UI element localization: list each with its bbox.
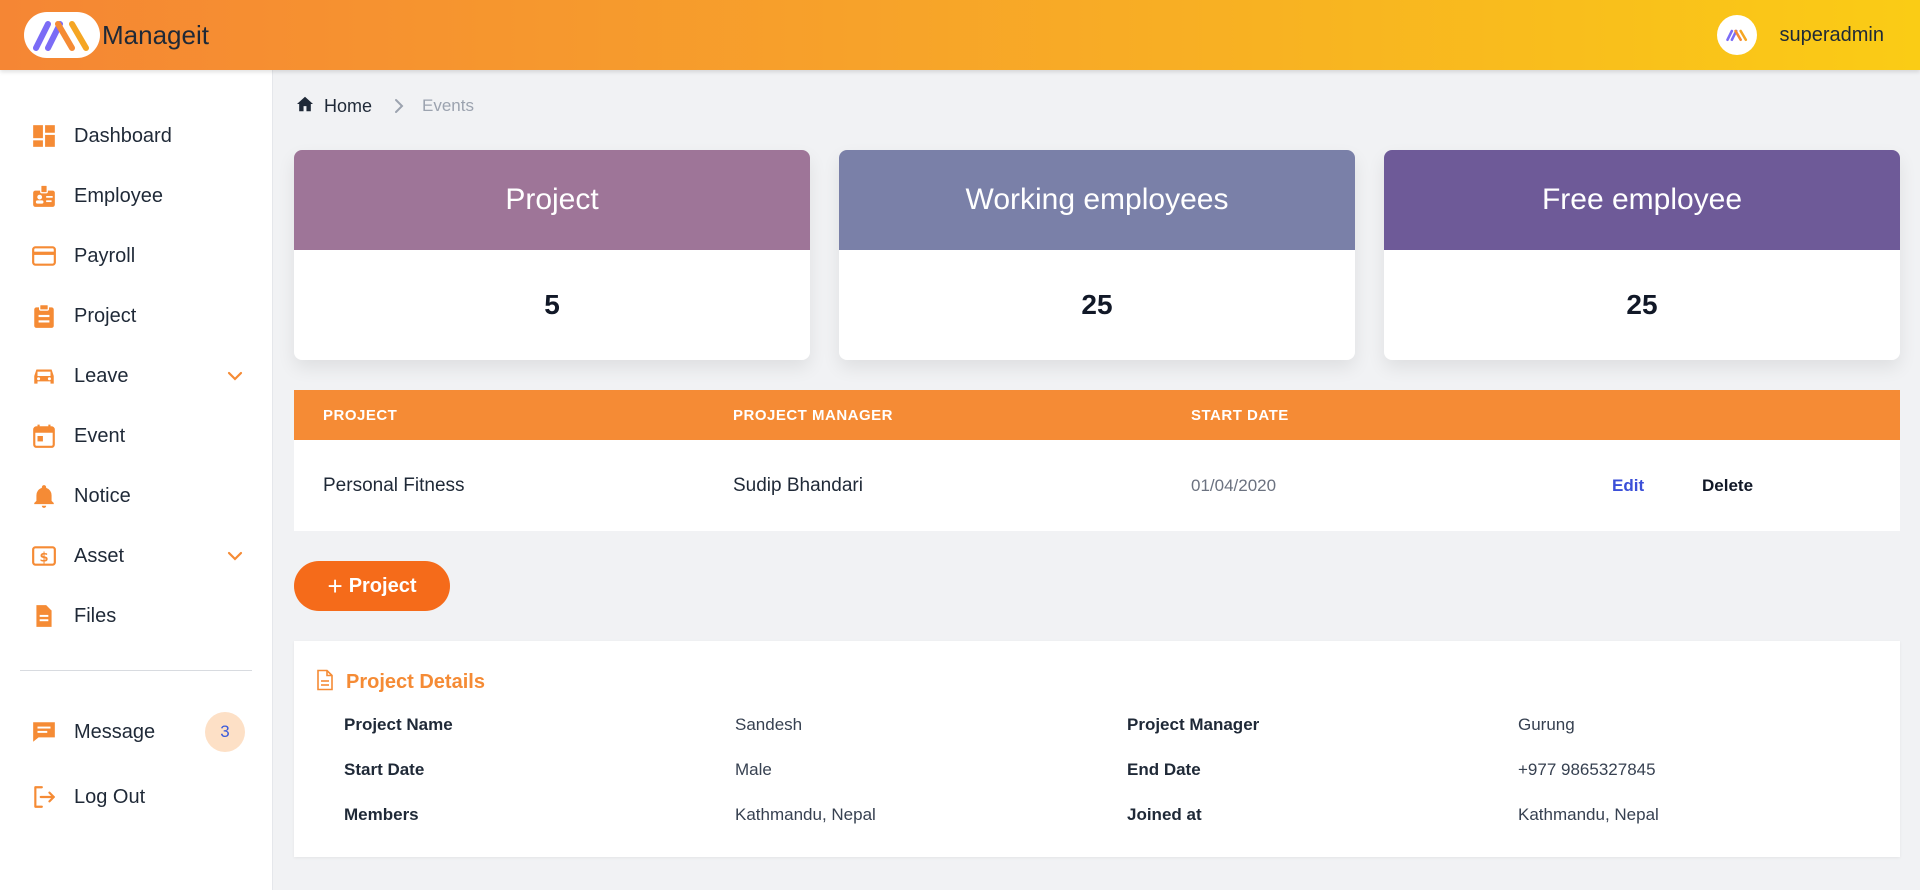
sidebar-item-files[interactable]: Files bbox=[30, 596, 245, 636]
detail-value-members: Kathmandu, Nepal bbox=[735, 805, 876, 824]
stat-card-working-employees: Working employees 25 bbox=[839, 150, 1355, 360]
column-header-project-manager: PROJECT MANAGER bbox=[733, 406, 894, 424]
sidebar-item-message[interactable]: Message 3 bbox=[30, 712, 245, 752]
sidebar-item-label: Dashboard bbox=[74, 124, 172, 147]
chevron-down-icon[interactable] bbox=[225, 546, 245, 566]
sidebar-item-notice[interactable]: Notice bbox=[30, 476, 245, 516]
breadcrumb: Home Events bbox=[296, 94, 474, 118]
logout-icon bbox=[30, 783, 58, 811]
avatar[interactable] bbox=[1717, 15, 1758, 55]
sidebar-item-label: Notice bbox=[74, 484, 131, 507]
table-header: PROJECT PROJECT MANAGER START DATE bbox=[294, 390, 1900, 440]
project-table: PROJECT PROJECT MANAGER START DATE Perso… bbox=[294, 390, 1900, 531]
sidebar-item-label: Message bbox=[74, 720, 156, 743]
sidebar-item-label: Project bbox=[74, 304, 137, 327]
id-badge-icon bbox=[30, 182, 58, 210]
detail-value-project-name: Sandesh bbox=[735, 715, 803, 734]
chevron-down-icon[interactable] bbox=[225, 366, 245, 386]
column-header-project: PROJECT bbox=[323, 406, 398, 424]
delete-link[interactable]: Delete bbox=[1702, 476, 1753, 496]
sidebar: Dashboard Employee Payroll Project Leave… bbox=[0, 70, 273, 890]
add-project-button[interactable]: + Project bbox=[294, 561, 450, 611]
detail-value-end-date: +977 9865327845 bbox=[1518, 760, 1656, 779]
brand-name: Manageit bbox=[102, 19, 209, 50]
sidebar-item-event[interactable]: Event bbox=[30, 416, 245, 456]
column-header-start-date: START DATE bbox=[1191, 406, 1289, 424]
breadcrumb-home[interactable]: Home bbox=[324, 96, 372, 117]
sidebar-item-label: Asset bbox=[74, 544, 125, 567]
sidebar-item-logout[interactable]: Log Out bbox=[30, 777, 245, 817]
svg-text:$: $ bbox=[39, 550, 48, 565]
chat-icon bbox=[30, 718, 58, 746]
car-icon bbox=[30, 362, 58, 390]
project-details-title: Project Details bbox=[346, 671, 485, 693]
logo-mark-icon bbox=[24, 12, 100, 58]
detail-value-joined-at: Kathmandu, Nepal bbox=[1518, 805, 1659, 824]
stat-card-value: 5 bbox=[544, 289, 560, 320]
detail-label-joined-at: Joined at bbox=[1127, 805, 1202, 824]
project-details-panel: Project Details Project Name Sandesh Pro… bbox=[294, 641, 1900, 857]
stat-card-title: Project bbox=[294, 150, 810, 250]
sidebar-item-label: Files bbox=[74, 604, 117, 627]
calendar-icon bbox=[30, 422, 58, 450]
sidebar-item-label: Log Out bbox=[74, 785, 146, 808]
sidebar-item-employee[interactable]: Employee bbox=[30, 176, 245, 216]
edit-link[interactable]: Edit bbox=[1612, 476, 1644, 496]
user-name[interactable]: superadmin bbox=[1779, 24, 1884, 47]
home-icon[interactable] bbox=[296, 96, 314, 117]
dashboard-icon bbox=[30, 122, 58, 150]
detail-label-start-date: Start Date bbox=[344, 760, 425, 779]
detail-value-project-manager: Gurung bbox=[1518, 715, 1575, 734]
detail-value-start-date: Male bbox=[735, 760, 772, 779]
sidebar-item-dashboard[interactable]: Dashboard bbox=[30, 116, 245, 156]
top-bar: Manageit superadmin bbox=[0, 0, 1920, 70]
detail-label-end-date: End Date bbox=[1127, 760, 1201, 779]
sidebar-item-label: Event bbox=[74, 424, 126, 447]
sidebar-item-project[interactable]: Project bbox=[30, 296, 245, 336]
project-name-cell: Personal Fitness bbox=[323, 474, 465, 496]
detail-label-project-name: Project Name bbox=[344, 715, 453, 734]
project-manager-cell: Sudip Bhandari bbox=[733, 474, 863, 496]
stat-card-project: Project 5 bbox=[294, 150, 810, 360]
user-menu[interactable]: superadmin bbox=[1717, 15, 1884, 55]
sidebar-item-label: Leave bbox=[74, 364, 129, 387]
bell-icon bbox=[30, 482, 58, 510]
add-project-label: Project bbox=[348, 574, 417, 597]
stat-card-value: 25 bbox=[1626, 289, 1658, 320]
stat-card-free-employee: Free employee 25 bbox=[1384, 150, 1900, 360]
plus-icon: + bbox=[327, 571, 343, 601]
project-details-heading: Project Details bbox=[316, 669, 485, 696]
sidebar-item-leave[interactable]: Leave bbox=[30, 356, 245, 396]
detail-label-members: Members bbox=[344, 805, 419, 824]
sidebar-item-asset[interactable]: $ Asset bbox=[30, 536, 245, 576]
sidebar-item-label: Employee bbox=[74, 184, 163, 207]
stat-card-title: Free employee bbox=[1384, 150, 1900, 250]
document-icon bbox=[316, 669, 334, 696]
breadcrumb-current: Events bbox=[422, 96, 474, 115]
sidebar-divider bbox=[20, 670, 252, 671]
clipboard-icon bbox=[30, 302, 58, 330]
credit-card-icon bbox=[30, 242, 58, 270]
logo[interactable]: Manageit bbox=[24, 12, 209, 58]
stat-card-value: 25 bbox=[1081, 289, 1113, 320]
chevron-right-icon bbox=[394, 98, 404, 114]
dollar-icon: $ bbox=[30, 542, 58, 570]
file-icon bbox=[30, 602, 58, 630]
message-count-badge: 3 bbox=[205, 712, 245, 752]
detail-label-project-manager: Project Manager bbox=[1127, 715, 1260, 734]
start-date-cell: 01/04/2020 bbox=[1191, 475, 1277, 495]
stat-card-title: Working employees bbox=[839, 150, 1355, 250]
sidebar-item-payroll[interactable]: Payroll bbox=[30, 236, 245, 276]
table-row: Personal Fitness Sudip Bhandari 01/04/20… bbox=[294, 440, 1900, 531]
sidebar-item-label: Payroll bbox=[74, 244, 136, 267]
